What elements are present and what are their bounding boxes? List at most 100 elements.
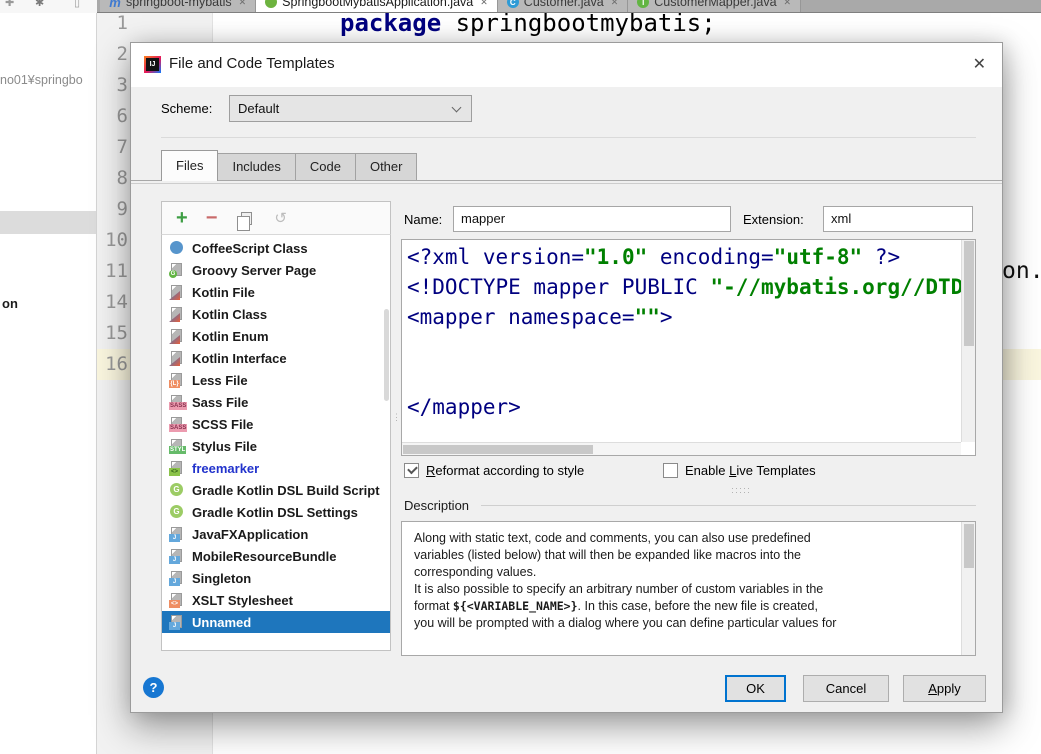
- settings-icon[interactable]: ✱: [35, 0, 44, 9]
- file-and-code-templates-dialog: File and Code Templates ✕ Scheme: Defaul…: [130, 42, 1003, 713]
- scrollbar-thumb[interactable]: [964, 241, 974, 346]
- template-list-item[interactable]: GGradle Kotlin DSL Settings: [162, 501, 390, 523]
- code-token: ?>: [862, 245, 900, 269]
- description-scrollbar[interactable]: [961, 522, 975, 655]
- description-segment: It is also possible to specify an arbitr…: [414, 582, 823, 596]
- java-template-icon: J: [169, 614, 187, 630]
- ok-button[interactable]: OK: [725, 675, 786, 702]
- template-list-item[interactable]: GGroovy Server Page: [162, 259, 390, 281]
- template-list-item[interactable]: Kotlin Class: [162, 303, 390, 325]
- copy-template-icon[interactable]: [241, 212, 252, 225]
- java-badge-icon: J: [169, 622, 180, 630]
- template-name: Sass File: [192, 395, 248, 410]
- java-badge-icon: J: [169, 578, 180, 586]
- template-list: CoffeeScript ClassGGroovy Server PageKot…: [161, 235, 391, 651]
- template-list-item[interactable]: Kotlin Enum: [162, 325, 390, 347]
- reformat-checkbox[interactable]: Reformat according to style: [404, 463, 584, 478]
- kotlin-template-icon: [169, 328, 187, 344]
- editor-tab-bar: mspringboot-mybatis✕SpringbootMybatisApp…: [97, 0, 1041, 13]
- collapse-all-icon[interactable]: ✚: [5, 0, 14, 9]
- code-line: <!DOCTYPE mapper PUBLIC "-//mybatis.org/…: [407, 272, 961, 302]
- description-segment: ${<VARIABLE_NAME>}: [453, 599, 578, 613]
- project-path-fragment: no01¥springbo: [0, 73, 96, 87]
- gradle-icon: G: [170, 483, 183, 496]
- scheme-label: Scheme:: [161, 101, 212, 116]
- remove-template-icon[interactable]: −: [206, 207, 218, 230]
- description-label: Description: [404, 498, 469, 513]
- editor-vertical-scrollbar[interactable]: [961, 240, 975, 442]
- code-token: <?xml version=: [407, 245, 584, 269]
- template-list-item[interactable]: SASSSCSS File: [162, 413, 390, 435]
- template-list-item[interactable]: STYLStylus File: [162, 435, 390, 457]
- line-number: 9: [97, 194, 130, 225]
- tab-close-icon[interactable]: ✕: [239, 0, 247, 8]
- template-list-item[interactable]: CoffeeScript Class: [162, 237, 390, 259]
- scrollbar-thumb[interactable]: [403, 445, 593, 454]
- springboot-icon: [265, 0, 277, 8]
- tab-close-icon[interactable]: ✕: [480, 0, 488, 8]
- add-template-icon[interactable]: +: [176, 207, 188, 230]
- splitter-grip[interactable]: ··········: [731, 486, 751, 494]
- code-line: </mapper>: [407, 392, 961, 422]
- apply-button[interactable]: Apply: [903, 675, 986, 702]
- editor-horizontal-scrollbar[interactable]: [402, 442, 961, 455]
- description-line: Along with static text, code and comment…: [414, 530, 955, 547]
- template-list-item[interactable]: JSingleton: [162, 567, 390, 589]
- java-template-icon: J: [169, 570, 187, 586]
- package-name: springbootmybatis;: [441, 9, 716, 37]
- tab-close-icon[interactable]: ✕: [784, 0, 792, 8]
- dialog-titlebar[interactable]: File and Code Templates ✕: [131, 43, 1002, 87]
- template-list-item[interactable]: JMobileResourceBundle: [162, 545, 390, 567]
- editor-tab[interactable]: ICustomerMapper.java✕: [628, 0, 801, 13]
- freemarker-template-icon: <>: [169, 460, 187, 476]
- template-code[interactable]: <?xml version="1.0" encoding="utf-8" ?><…: [402, 242, 961, 442]
- editor-tab[interactable]: SpringbootMybatisApplication.java✕: [256, 0, 498, 13]
- project-panel[interactable]: no01¥springbo on: [0, 13, 97, 754]
- divider: [481, 505, 976, 506]
- sass-template-icon: SASS: [169, 394, 187, 410]
- less-badge-icon: {L}: [169, 380, 180, 388]
- template-list-item[interactable]: {L}Less File: [162, 369, 390, 391]
- editor-tab[interactable]: CCustomer.java✕: [498, 0, 628, 13]
- tab-files[interactable]: Files: [161, 150, 218, 181]
- code-line: [407, 332, 961, 362]
- editor-tab[interactable]: mspringboot-mybatis✕: [100, 0, 256, 13]
- template-list-item[interactable]: <>freemarker: [162, 457, 390, 479]
- interface-icon: I: [637, 0, 649, 8]
- reset-template-icon[interactable]: ↺: [274, 209, 287, 227]
- live-templates-checkbox[interactable]: Enable Live Templates: [663, 463, 816, 478]
- project-tree-selection[interactable]: [0, 211, 96, 234]
- gradle-template-icon: G: [169, 504, 187, 520]
- close-icon[interactable]: ✕: [973, 54, 986, 74]
- template-list-item[interactable]: SASS Sass File: [162, 391, 390, 413]
- line-number: 11: [97, 256, 130, 287]
- tab-other[interactable]: Other: [356, 153, 418, 181]
- checkbox-box[interactable]: [663, 463, 678, 478]
- screen: 12367891011141516 package springbootmyba…: [0, 0, 1041, 754]
- splitter-grip[interactable]: ⋮: [392, 415, 398, 445]
- scheme-select[interactable]: Default: [229, 95, 472, 122]
- line-number: 3: [97, 70, 130, 101]
- bookmark-icon[interactable]: ▯: [74, 0, 80, 9]
- tab-close-icon[interactable]: ✕: [611, 0, 619, 8]
- scrollbar-thumb[interactable]: [964, 524, 974, 568]
- template-code-editor[interactable]: <?xml version="1.0" encoding="utf-8" ?><…: [401, 239, 976, 456]
- extension-label: Extension:: [743, 212, 804, 227]
- extension-input[interactable]: xml: [823, 206, 973, 232]
- template-list-item[interactable]: GGradle Kotlin DSL Build Script: [162, 479, 390, 501]
- tab-includes[interactable]: Includes: [218, 153, 295, 181]
- xslt-template-icon: <>: [169, 592, 187, 608]
- name-input[interactable]: mapper: [453, 206, 731, 232]
- checkbox-box[interactable]: [404, 463, 419, 478]
- list-scrollbar-thumb[interactable]: [384, 309, 389, 401]
- template-list-item[interactable]: JUnnamed: [162, 611, 390, 633]
- template-list-item[interactable]: <>XSLT Stylesheet: [162, 589, 390, 611]
- line-number: 16: [97, 349, 130, 380]
- gsp-badge-icon: G: [169, 270, 177, 278]
- template-list-item[interactable]: JJavaFXApplication: [162, 523, 390, 545]
- help-button[interactable]: ?: [143, 677, 164, 698]
- template-list-item[interactable]: Kotlin Interface: [162, 347, 390, 369]
- template-list-item[interactable]: Kotlin File: [162, 281, 390, 303]
- cancel-button[interactable]: Cancel: [803, 675, 889, 702]
- tab-code[interactable]: Code: [296, 153, 356, 181]
